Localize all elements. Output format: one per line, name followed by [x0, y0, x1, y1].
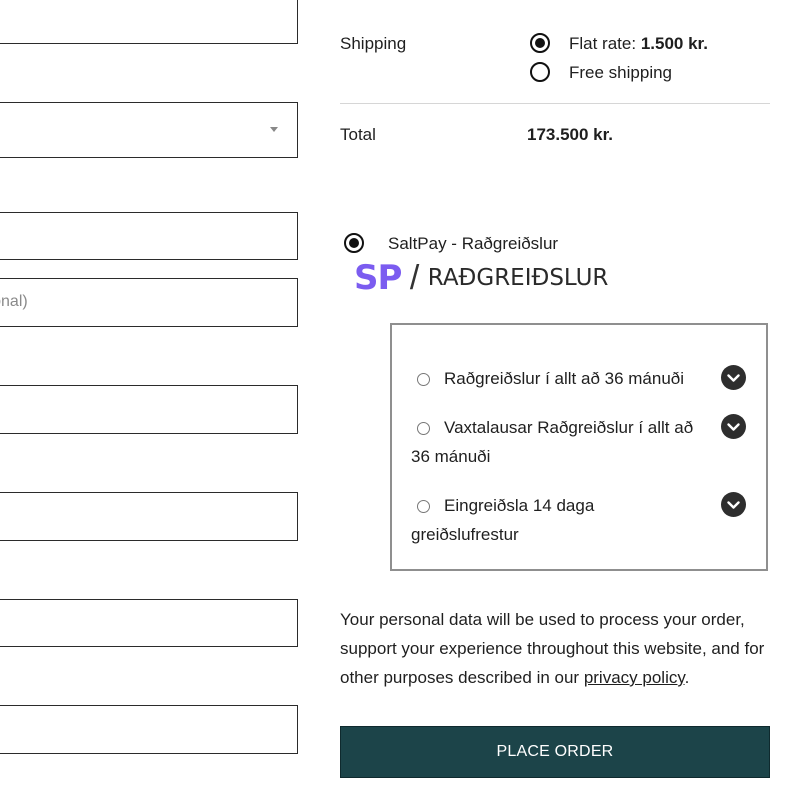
plan-3-chevron-down-icon[interactable]	[721, 492, 746, 517]
shipping-option-free-radio[interactable]	[530, 62, 550, 82]
country-select[interactable]	[0, 102, 298, 158]
privacy-text: Your personal data will be used to proce…	[340, 610, 765, 687]
privacy-text-end: .	[684, 668, 690, 687]
summary-divider	[340, 103, 770, 104]
privacy-policy-link[interactable]: privacy policy	[584, 668, 685, 687]
total-label: Total	[340, 125, 376, 144]
payment-method-label[interactable]: SaltPay - Raðgreiðslur	[388, 234, 558, 254]
plan-radio-3[interactable]	[417, 500, 430, 513]
plan-radio-1[interactable]	[417, 373, 430, 386]
place-order-button[interactable]: PLACE ORDER	[340, 726, 770, 778]
plan-1-chevron-down-icon[interactable]	[721, 365, 746, 390]
billing-field-phone[interactable]	[0, 599, 298, 647]
shipping-option-flat-rate[interactable]: Flat rate: 1.500 kr.	[569, 34, 708, 54]
plan-label-3-line2[interactable]: greiðslufrestur	[411, 525, 519, 545]
plan-2-chevron-down-icon[interactable]	[721, 414, 746, 439]
billing-field-city[interactable]	[0, 385, 298, 434]
billing-field-company[interactable]: (optional)	[0, 278, 298, 327]
plan-radio-2[interactable]	[417, 422, 430, 435]
dropdown-caret-icon	[270, 127, 278, 132]
payment-method-radio[interactable]	[344, 233, 364, 253]
saltpay-logo: SP / RAÐGREIÐSLUR	[354, 258, 608, 298]
plan-label-3-line1[interactable]: Eingreiðsla 14 daga	[444, 496, 594, 516]
saltpay-logo-mark: SP	[354, 258, 402, 298]
logo-slash: /	[409, 258, 420, 297]
flat-rate-price: 1.500 kr.	[640, 34, 708, 53]
shipping-label: Shipping	[340, 34, 407, 53]
shipping-option-free-label[interactable]: Free shipping	[569, 63, 672, 83]
privacy-notice: Your personal data will be used to proce…	[340, 605, 780, 692]
billing-field-postcode[interactable]	[0, 492, 298, 541]
billing-field-street[interactable]	[0, 212, 298, 260]
plan-label-2-line2[interactable]: 36 mánuði	[411, 447, 490, 467]
billing-field-1[interactable]	[0, 0, 298, 44]
flat-rate-label: Flat rate:	[569, 34, 641, 53]
saltpay-logo-text: RAÐGREIÐSLUR	[427, 265, 609, 291]
total-value: 173.500 kr.	[527, 125, 614, 144]
plan-label-2-line1[interactable]: Vaxtalausar Raðgreiðslur í allt að	[444, 418, 693, 438]
plan-label-1[interactable]: Raðgreiðslur í allt að 36 mánuði	[444, 369, 684, 389]
billing-field-email[interactable]	[0, 705, 298, 754]
company-field-placeholder: (optional)	[0, 293, 28, 310]
shipping-option-flat-rate-radio[interactable]	[530, 33, 550, 53]
